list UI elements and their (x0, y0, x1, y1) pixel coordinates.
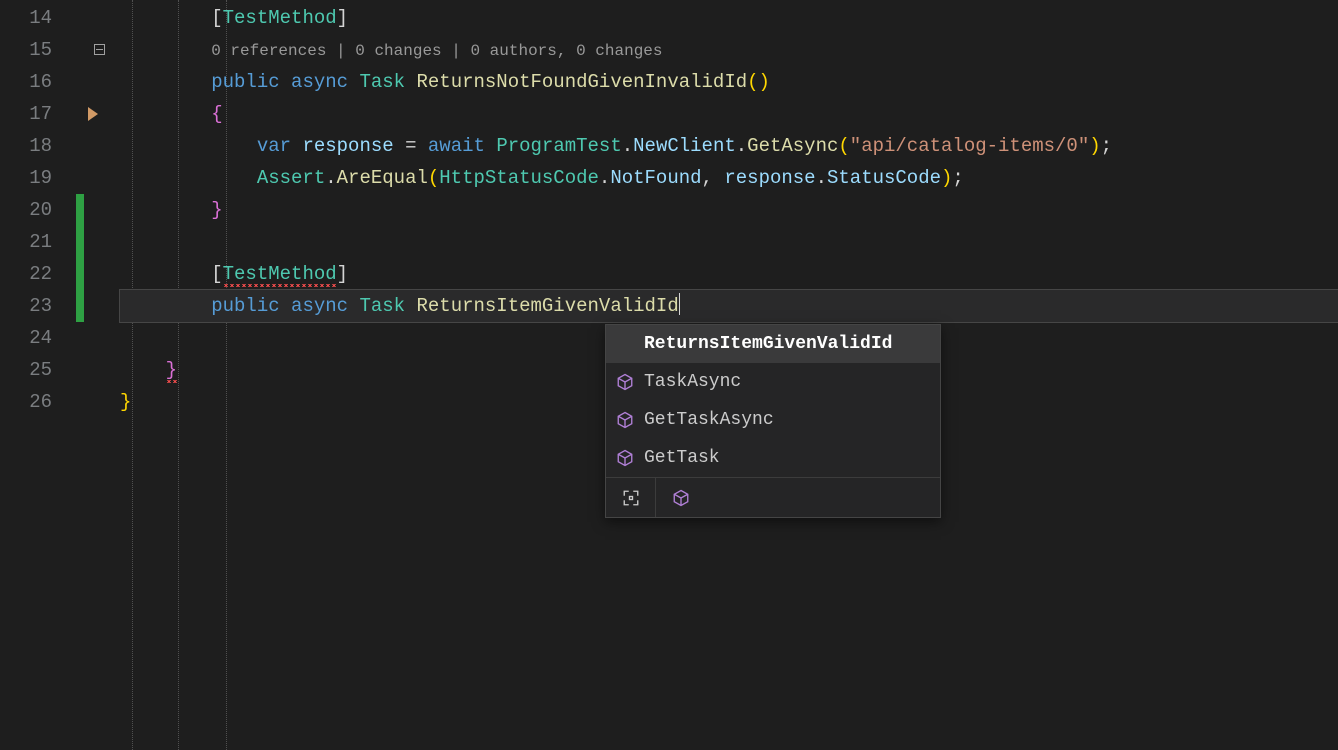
code-line[interactable]: var response = await ProgramTest.NewClie… (120, 130, 1338, 162)
code-line[interactable]: [TestMethod] (120, 258, 1338, 290)
line-number: 18 (0, 130, 52, 162)
method-call: GetAsync (747, 135, 838, 157)
code-line[interactable] (120, 34, 1338, 66)
attribute: TestMethod (223, 7, 337, 29)
change-indicator (76, 258, 84, 290)
fold-toggle-icon[interactable] (94, 44, 105, 55)
change-indicator (76, 194, 84, 226)
intellisense-footer (606, 477, 940, 517)
line-number: 26 (0, 386, 52, 418)
line-number: 19 (0, 162, 52, 194)
type: ProgramTest (496, 135, 621, 157)
change-indicator (76, 290, 84, 322)
line-number: 23 (0, 290, 52, 322)
code-line-current[interactable]: public async Task ReturnsItemGivenValidI… (120, 290, 1338, 322)
method-icon (616, 373, 634, 391)
type: Task (359, 295, 405, 317)
intellisense-label: ReturnsItemGivenValidId (644, 334, 892, 354)
code-line[interactable] (120, 226, 1338, 258)
editor-margin (70, 0, 120, 750)
intellisense-label: GetTask (644, 448, 720, 468)
line-number: 20 (0, 194, 52, 226)
intellisense-label: TaskAsync (644, 372, 741, 392)
expand-icon (622, 489, 640, 507)
code-line[interactable]: Assert.AreEqual(HttpStatusCode.NotFound,… (120, 162, 1338, 194)
method-name: ReturnsItemGivenValidId (416, 295, 678, 317)
attribute: TestMethod (223, 263, 337, 287)
code-line[interactable] (120, 66, 1338, 98)
keyword: var (257, 135, 291, 157)
text-cursor (679, 293, 680, 315)
property: StatusCode (827, 167, 941, 189)
line-number: 15 (0, 34, 52, 66)
method-icon (616, 411, 634, 429)
intellisense-item[interactable]: GetTaskAsync (606, 401, 940, 439)
enum-member: NotFound (610, 167, 701, 189)
line-number: 14 (0, 2, 52, 34)
line-number: 24 (0, 322, 52, 354)
variable: response (724, 167, 815, 189)
intellisense-item[interactable]: TaskAsync (606, 363, 940, 401)
intellisense-label: GetTaskAsync (644, 410, 774, 430)
code-content[interactable]: [TestMethod] 0 references | 0 changes | … (120, 0, 1338, 750)
type: HttpStatusCode (439, 167, 599, 189)
code-line[interactable]: [TestMethod] (120, 2, 1338, 34)
line-number: 17 (0, 98, 52, 130)
keyword: async (291, 295, 348, 317)
line-number-gutter: 14 15 16 17 18 19 20 21 22 23 24 25 26 (0, 0, 70, 750)
filter-button[interactable] (656, 478, 706, 517)
keyword: await (428, 135, 485, 157)
line-number: 21 (0, 226, 52, 258)
line-number: 16 (0, 66, 52, 98)
variable: response (302, 135, 393, 157)
string-literal: "api/catalog-items/0" (850, 135, 1089, 157)
change-indicator (76, 226, 84, 258)
type: Assert (257, 167, 325, 189)
method-icon (616, 449, 634, 467)
property: NewClient (633, 135, 736, 157)
code-line[interactable]: } (120, 194, 1338, 226)
breakpoint-icon[interactable] (88, 107, 98, 121)
intellisense-popup[interactable]: ReturnsItemGivenValidId TaskAsync GetTas… (605, 324, 941, 518)
keyword: public (211, 295, 279, 317)
code-line[interactable]: { (120, 98, 1338, 130)
line-number: 22 (0, 258, 52, 290)
method-icon (672, 489, 690, 507)
intellisense-item-selected[interactable]: ReturnsItemGivenValidId (606, 325, 940, 363)
expand-button[interactable] (606, 478, 656, 517)
method-call: AreEqual (337, 167, 428, 189)
code-editor[interactable]: 14 15 16 17 18 19 20 21 22 23 24 25 26 (0, 0, 1338, 750)
line-number: 25 (0, 354, 52, 386)
intellisense-item[interactable]: GetTask (606, 439, 940, 477)
